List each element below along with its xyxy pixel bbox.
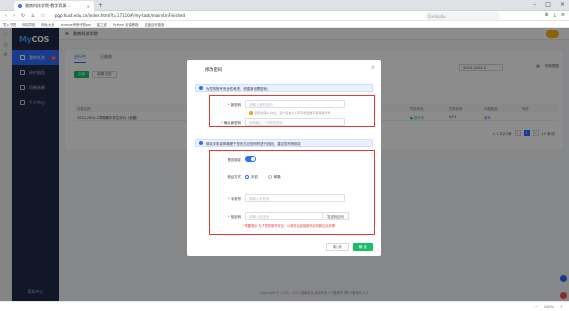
bookmark-item[interactable]: 导入书签 [3, 22, 16, 27]
change-password-dialog: 修改密码 × 为您的账号安全性考虑，请重新设置密码。 * 新密码 请输入新的密码… [187, 60, 381, 256]
window-controls: – □ × [533, 1, 565, 8]
zoom-out-icon[interactable]: − [535, 305, 538, 309]
radio-phone[interactable]: 手机 [245, 174, 258, 179]
send-code-button[interactable]: 发送验证码 [323, 212, 349, 220]
reload-icon[interactable]: ↻ [21, 13, 25, 19]
search-input[interactable]: Q+baidu [425, 12, 500, 20]
home-icon[interactable]: ⌂ [31, 13, 34, 19]
star-icon[interactable]: ☆ [40, 13, 44, 19]
favicon-icon [18, 4, 22, 8]
verify-code-input[interactable]: 请输入验证码 [245, 212, 323, 220]
menu-icon[interactable]: ≡ [561, 12, 565, 18]
cancel-button[interactable]: 取 消 [326, 243, 349, 251]
back-icon[interactable]: ‹ [5, 13, 7, 19]
close-icon[interactable]: × [87, 4, 90, 9]
new-tab-icon[interactable]: + [98, 2, 103, 9]
bookmark-item[interactable]: cheque考研代购pai [61, 22, 91, 27]
important-warning: *重要提示 为了您的账号安全，以便日后找回密码请勿跳过此步骤 [243, 224, 335, 228]
close-icon[interactable]: × [371, 65, 375, 71]
confirm-button[interactable]: 确 定 [352, 243, 373, 251]
browser-status-bar: − 100% + [0, 301, 569, 311]
address-bar: ‹ › ↻ ⌂ ☆ pgp.hust.edu.cn/index.html?t=1… [0, 11, 569, 21]
minimize-icon[interactable]: – [533, 1, 536, 8]
warning-icon [249, 111, 253, 115]
maximize-icon[interactable]: □ [545, 1, 551, 8]
info-icon [199, 86, 203, 90]
password-hint: 密码长度8-16位，至少包含大小写字母和数字和特殊符号 [249, 111, 330, 115]
browser-tab[interactable]: 湘南科技学院·数字资源... × [14, 1, 94, 11]
radio-email[interactable]: 邮箱 [267, 174, 281, 179]
bind-toggle[interactable] [245, 156, 256, 162]
new-password-input[interactable]: 请输入新的密码 [245, 100, 345, 108]
close-window-icon[interactable]: × [560, 1, 565, 8]
bookmarks-bar: 导入书签 网站导航 网址大全 cheque考研代购pai 星之迹 Python … [0, 21, 569, 28]
bookmark-item[interactable]: 百度百科搜索 [144, 22, 164, 27]
browser-tab-strip: 湘南科技学院·数字资源... × + – □ × [0, 0, 569, 11]
tab-title: 湘南科技学院·数字资源... [25, 3, 71, 8]
bookmark-item[interactable]: 网站导航 [22, 22, 35, 27]
bind-notice: 绑定手机或邮箱便于您在忘记密码时进行找回，建议您尽快绑定 [195, 139, 373, 147]
download-icon[interactable]: ⤓ [554, 12, 556, 18]
extension-icon[interactable]: ⊕ [544, 12, 548, 18]
security-notice: 为您的账号安全性考虑，请重新设置密码。 [195, 84, 373, 92]
dialog-title: 修改密码 [205, 68, 223, 73]
url-field[interactable]: pgp.hust.edu.cn/index.html?t=17110#/my-t… [55, 13, 185, 18]
zoom-level: 100% [543, 304, 554, 309]
zoom-in-icon[interactable]: + [560, 305, 563, 309]
forward-icon[interactable]: › [13, 13, 15, 19]
confirm-password-input[interactable]: 请再输入一次新的密码 [245, 118, 345, 126]
bookmark-item[interactable]: Python 安装教程 [113, 22, 139, 27]
phone-input[interactable]: 请输入手机号 [245, 194, 345, 202]
bookmark-item[interactable]: 网址大全 [41, 22, 54, 27]
bookmark-item[interactable]: 星之迹 [97, 22, 107, 27]
info-icon [199, 141, 203, 145]
